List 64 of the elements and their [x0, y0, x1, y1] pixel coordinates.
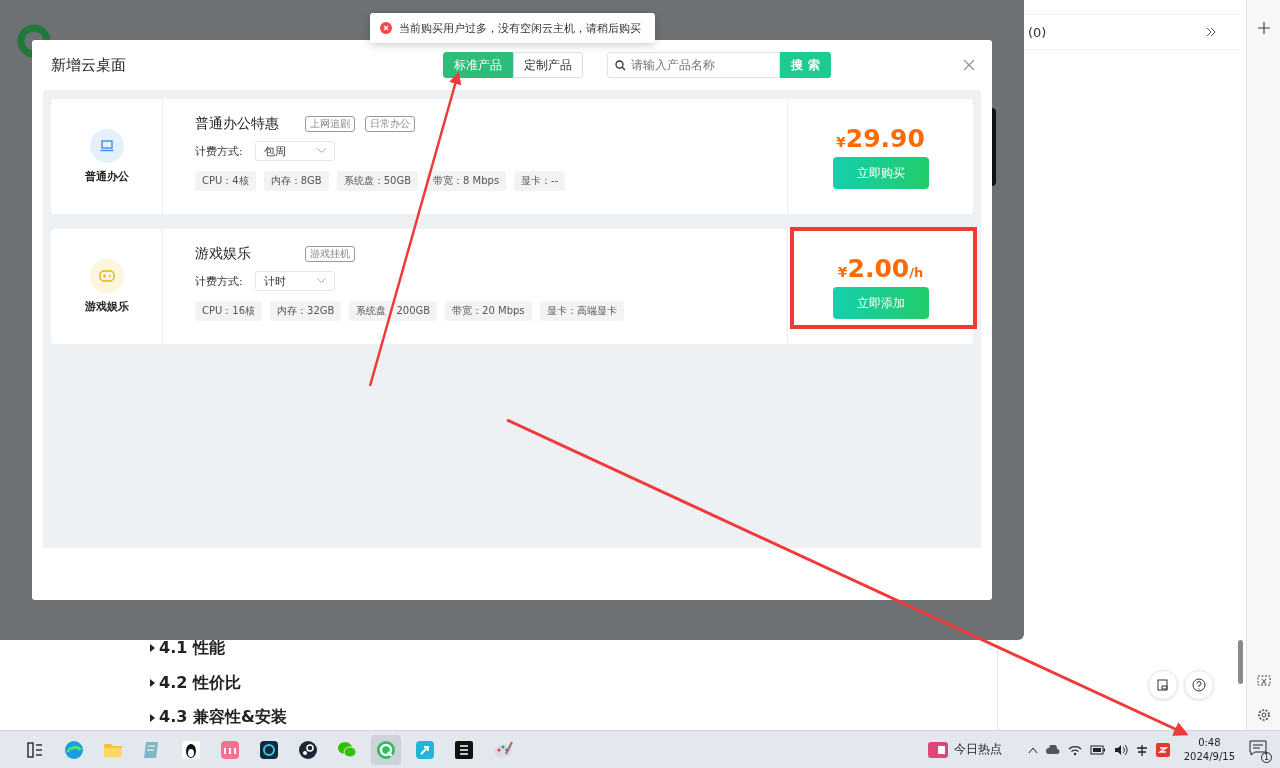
outline-heading[interactable]: 4.3 兼容性&安装 [159, 707, 287, 729]
billing-label: 计费方式: [195, 143, 243, 159]
close-icon[interactable] [962, 58, 976, 72]
category-label: 游戏娱乐 [84, 299, 129, 314]
category-label: 普通办公 [84, 169, 129, 184]
settings-icon[interactable] [1257, 708, 1271, 722]
spec-chip: 系统盘：50GB [336, 171, 419, 191]
spec-chip: CPU：16核 [195, 301, 263, 321]
spec-chip: 内存：8GB [263, 171, 329, 191]
chevron-down-icon [316, 278, 326, 284]
product-name: 游戏娱乐 [195, 245, 252, 263]
search-icon [615, 60, 626, 71]
outline-heading[interactable]: 4.2 性价比 [159, 672, 241, 694]
double-chevron-icon[interactable] [1206, 27, 1216, 37]
caret-icon[interactable] [1027, 745, 1038, 754]
spec-chip: CPU：4核 [195, 171, 256, 191]
clock[interactable]: 0:48 2024/9/15 [1183, 735, 1235, 764]
app-icon [375, 738, 397, 761]
feedback-icon[interactable] [1148, 670, 1178, 700]
billing-label: 计费方式: [195, 273, 243, 289]
outline-heading[interactable]: 4.1 性能 [159, 637, 225, 659]
screenshot-icon[interactable] [1257, 674, 1271, 688]
help-icon[interactable] [1184, 670, 1214, 700]
search-field[interactable]: 请输入产品名称 [607, 52, 780, 78]
scrollbar-thumb[interactable] [1238, 640, 1243, 684]
battery-icon[interactable] [1089, 744, 1106, 755]
comments-label: (0) [1028, 24, 1047, 40]
price: ¥29.90 [836, 124, 925, 153]
error-icon [380, 22, 392, 34]
cloud-icon[interactable] [1045, 744, 1060, 755]
gamepad-icon [98, 270, 115, 282]
product-tag: 日常办公 [365, 116, 415, 132]
chevron-down-icon [316, 148, 326, 154]
wifi-icon[interactable] [1067, 743, 1082, 756]
collapse-toggle-icon[interactable] [150, 679, 155, 687]
billing-dropdown[interactable]: 包周 [254, 141, 335, 161]
input-method-icon[interactable] [1135, 743, 1148, 756]
product-tag: 上网追剧 [305, 116, 355, 132]
tv-icon [219, 738, 241, 761]
news-label[interactable]: 今日热点 [953, 741, 1002, 758]
spec-chip: 内存：32GB [270, 301, 342, 321]
billing-dropdown[interactable]: 计时 [254, 271, 335, 291]
ring-icon [258, 738, 280, 761]
volume-icon[interactable] [1113, 743, 1128, 756]
tab[interactable]: 定制产品 [513, 52, 583, 78]
product-name: 普通办公特惠 [195, 115, 280, 133]
spec-chip: 带宽：8 Mbps [426, 171, 507, 191]
product-tag: 游戏挂机 [305, 246, 355, 262]
browser-icon [63, 738, 85, 761]
spec-chip: 显卡：高端显卡 [539, 301, 624, 321]
steam-icon [297, 738, 319, 761]
app-tray-icon[interactable] [1155, 742, 1170, 757]
news-icon[interactable] [927, 741, 948, 758]
book-icon [453, 738, 475, 761]
arrow-app-icon [414, 738, 436, 761]
toast-message: 当前购买用户过多，没有空闲云主机，请稍后购买 [399, 20, 641, 36]
price: ¥2.00/h [837, 254, 924, 283]
collapse-toggle-icon[interactable] [150, 713, 155, 722]
penguin-icon [180, 738, 202, 761]
add-icon[interactable] [1258, 22, 1270, 34]
spec-chip: 显卡：-- [514, 171, 566, 191]
spec-chip: 带宽：20 Mbps [445, 301, 532, 321]
laptop-icon [99, 140, 114, 152]
dialog-title: 新增云桌面 [51, 55, 127, 75]
